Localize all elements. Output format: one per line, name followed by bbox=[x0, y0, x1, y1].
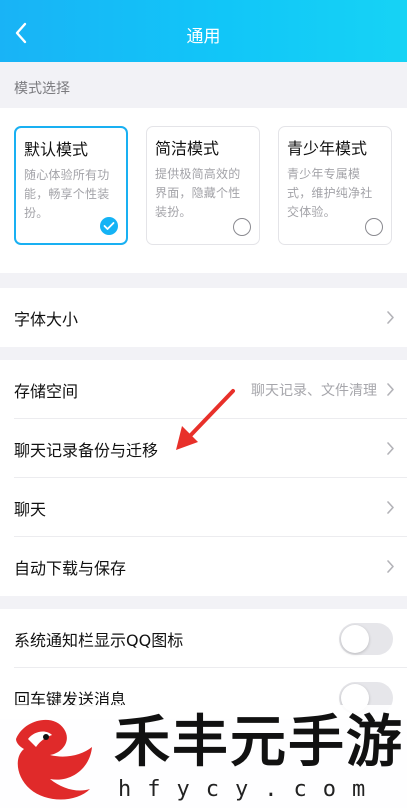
chat-row[interactable]: 聊天 bbox=[0, 478, 407, 537]
chevron-right-icon bbox=[386, 288, 395, 347]
mode-description: 青少年专属模式，维护纯净社交体验。 bbox=[287, 167, 373, 219]
mode-title: 简洁模式 bbox=[155, 139, 220, 158]
toggle-knob bbox=[341, 625, 369, 653]
auto-download-row[interactable]: 自动下载与保存 bbox=[0, 537, 407, 596]
mode-title: 默认模式 bbox=[24, 140, 89, 159]
mode-selector: 默认模式 随心体验所有功能，畅享个性装扮。 简洁模式 提供极简高效的界面，隐藏个… bbox=[0, 108, 407, 273]
radio-icon[interactable] bbox=[233, 218, 251, 236]
mode-card-simple[interactable]: 简洁模式 提供极简高效的界面，隐藏个性装扮。 bbox=[146, 126, 260, 245]
notif-qq-icon-toggle[interactable] bbox=[339, 623, 393, 655]
check-icon[interactable] bbox=[100, 217, 118, 235]
top-bar: 通用 bbox=[0, 0, 407, 62]
row-label: 聊天记录备份与迁移 bbox=[14, 440, 159, 460]
watermark-logo-icon bbox=[16, 719, 92, 800]
row-label: 系统通知栏显示QQ图标 bbox=[14, 630, 184, 650]
mode-description: 提供极简高效的界面，隐藏个性装扮。 bbox=[155, 167, 241, 219]
watermark-overlay: 禾丰元手游 hfycy.com bbox=[0, 705, 407, 808]
row-label: 字体大小 bbox=[14, 309, 79, 329]
font-size-row[interactable]: 字体大小 bbox=[0, 288, 407, 347]
chevron-right-icon bbox=[386, 360, 395, 419]
mode-card-default[interactable]: 默认模式 随心体验所有功能，畅享个性装扮。 bbox=[14, 126, 128, 245]
font-group: 字体大小 bbox=[0, 288, 407, 347]
chevron-right-icon bbox=[386, 419, 395, 478]
watermark-domain: hfycy.com bbox=[118, 777, 382, 802]
mode-description: 随心体验所有功能，畅享个性装扮。 bbox=[24, 168, 110, 220]
row-label: 存储空间 bbox=[14, 381, 79, 401]
chevron-right-icon bbox=[386, 537, 395, 596]
mode-card-teen[interactable]: 青少年模式 青少年专属模式，维护纯净社交体验。 bbox=[278, 126, 392, 245]
row-label: 自动下载与保存 bbox=[14, 558, 127, 578]
toggle-group: 系统通知栏显示QQ图标 回车键发送消息 bbox=[0, 609, 407, 719]
notif-qq-icon-row: 系统通知栏显示QQ图标 bbox=[0, 609, 407, 668]
row-value: 聊天记录、文件清理 bbox=[251, 382, 377, 399]
watermark-name: 禾丰元手游 bbox=[114, 710, 404, 775]
radio-icon[interactable] bbox=[365, 218, 383, 236]
mode-title: 青少年模式 bbox=[287, 139, 368, 158]
mode-section-label: 模式选择 bbox=[14, 81, 70, 97]
page-title: 通用 bbox=[186, 27, 221, 47]
chevron-right-icon bbox=[386, 478, 395, 537]
row-label: 聊天 bbox=[14, 499, 47, 519]
annotation-arrow-icon bbox=[176, 389, 235, 450]
